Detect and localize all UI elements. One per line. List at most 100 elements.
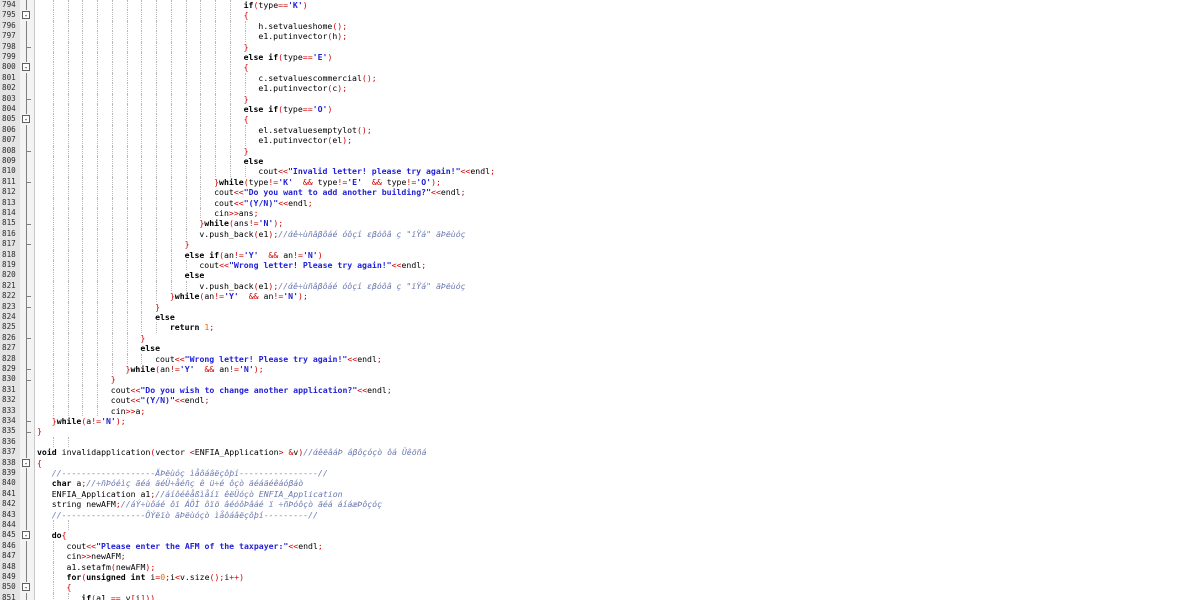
indent-guide: [215, 72, 217, 84]
code-line[interactable]: 823}: [0, 301, 1200, 312]
code-line[interactable]: 815}while(ans!='N');: [0, 218, 1200, 229]
code-line[interactable]: 798}: [0, 41, 1200, 52]
fold-toggle-icon[interactable]: -: [22, 458, 30, 467]
code-line[interactable]: 834}while(a!='N');: [0, 416, 1200, 427]
code-line[interactable]: 811}while(type!='K' && type!='E' && type…: [0, 176, 1200, 188]
fold-toggle-icon[interactable]: -: [22, 11, 30, 20]
code-line[interactable]: 842 string newAFM;//áÝ÷ùôáé ôï ÁÖÌ ôïõ âé…: [0, 499, 1200, 510]
code-text: v.push_back(e1);//άê÷ùñâβôáé óôçí εβόôâ …: [199, 229, 465, 239]
code-line[interactable]: 846 cout<<"Please enter the AFM of the ta…: [0, 540, 1200, 552]
keyword-token: for: [66, 572, 82, 582]
code-line[interactable]: 843 //-----------------ÔÝëïò äÞëùóçò ìåôá…: [0, 509, 1200, 520]
code-line[interactable]: 826}: [0, 332, 1200, 344]
code-token: endl: [357, 353, 377, 364]
indent-guide: [126, 187, 129, 198]
fold-toggle-icon[interactable]: -: [22, 115, 30, 124]
indent-guide: [97, 384, 99, 396]
code-token: !=: [406, 176, 417, 187]
fold-line: [26, 468, 27, 479]
code-line[interactable]: 795 {-: [0, 10, 1200, 21]
code-line[interactable]: 841 ENFIA_Application a1;//áíôéêåßìåíï êë…: [0, 488, 1200, 500]
indent-guide: [156, 228, 158, 240]
code-line[interactable]: 835}: [0, 426, 1200, 437]
indent-guide: [185, 208, 188, 219]
code-line[interactable]: 818 else if(an!='Y' && an!='N'): [0, 249, 1200, 260]
code-line[interactable]: 810 cout<<"Invalid letter! please try aga…: [0, 166, 1200, 177]
fold-toggle-icon[interactable]: -: [22, 583, 30, 592]
code-token: );: [342, 135, 353, 146]
code-line[interactable]: 851 if(a1 == v[i])): [0, 592, 1200, 600]
code-line[interactable]: 820 else: [0, 270, 1200, 281]
fold-toggle-icon[interactable]: -: [22, 531, 30, 540]
code-line[interactable]: 817}: [0, 239, 1200, 250]
keyword-token: while: [204, 218, 229, 229]
code-line[interactable]: 796 h.setvalueshome();: [0, 20, 1200, 32]
code-line[interactable]: 828 cout<<"Wrong letter! Please try again…: [0, 353, 1200, 364]
indent-guide: [126, 260, 129, 271]
indent-guide: [67, 156, 70, 167]
code-line[interactable]: 809 else: [0, 156, 1200, 167]
code-line[interactable]: 797 e1.putinvector(h);: [0, 31, 1200, 42]
code-line[interactable]: 849 for(unsigned int i=0;i<v.size();i++): [0, 572, 1200, 583]
line-number: 819: [2, 260, 16, 269]
indent-guide: [67, 280, 70, 292]
code-line[interactable]: 808}: [0, 145, 1200, 156]
code-line[interactable]: 839 //-------------------ÄÞëùóç ìåôáâëçôþ…: [0, 468, 1200, 479]
fold-toggle-icon[interactable]: -: [22, 63, 30, 72]
code-token: !=: [169, 364, 180, 374]
code-line[interactable]: 848 a1.setafm(newAFM);: [0, 561, 1200, 572]
code-token: cin: [66, 551, 82, 562]
indent-guide: [97, 20, 99, 32]
indent-guide: [111, 31, 114, 42]
code-line[interactable]: 847 cin>>newAFM;: [0, 551, 1200, 562]
code-line[interactable]: 804 else if(type=='O'): [0, 104, 1200, 115]
code-line[interactable]: 837 void invalidapplication(vector <ENFIA…: [0, 447, 1200, 458]
code-line[interactable]: 816 v.push_back(e1);//άê÷ùñâβôáé óôçí εβό…: [0, 228, 1200, 240]
line-number: 834: [2, 416, 16, 425]
indent-guide: [170, 20, 173, 32]
code-line[interactable]: 812 cout<<"Do you want to add another bui…: [0, 187, 1200, 198]
code-line[interactable]: 850 {-: [0, 582, 1200, 593]
indent-guide: [97, 364, 99, 375]
code-line[interactable]: 844: [0, 520, 1200, 531]
keyword-token: do: [51, 530, 62, 541]
code-line[interactable]: 799 else if(type=='E'): [0, 52, 1200, 63]
code-line[interactable]: 801 c.setvaluescommercial();: [0, 72, 1200, 84]
code-line[interactable]: 845 do{-: [0, 530, 1200, 540]
code-line[interactable]: 805 {-: [0, 114, 1200, 125]
code-editor[interactable]: 794 if(type=='K') 795{-796 h.setvalueshome(…: [0, 0, 1200, 600]
code-line[interactable]: 803}: [0, 93, 1200, 104]
comment-token: //-------------------ÄÞëùóç ìåôáâëçôþí--…: [51, 468, 328, 478]
indent-guide: [141, 104, 143, 115]
code-line[interactable]: 827 else: [0, 343, 1200, 354]
code-line[interactable]: 821 v.push_back(e1);//άê÷ùñâβôáé óôçí εβό…: [0, 280, 1200, 292]
fold-line: [26, 520, 27, 531]
code-line[interactable]: 814 cin>>ans;: [0, 208, 1200, 219]
code-token: type: [381, 176, 407, 187]
string-token: 'N': [238, 364, 254, 374]
code-line[interactable]: 822}while(an!='Y' && an!='N');: [0, 291, 1200, 302]
code-line[interactable]: 807 e1.putinvector(el);: [0, 135, 1200, 146]
code-line[interactable]: 819 cout<<"Wrong letter! Please try again…: [0, 260, 1200, 271]
code-line[interactable]: 800 {-: [0, 62, 1200, 73]
code-line[interactable]: 838 {-: [0, 458, 1200, 468]
code-line[interactable]: 832 cout<<"(Y/N)"<<endl;: [0, 395, 1200, 406]
code-line[interactable]: 831 cout<<"Do you wish to change another …: [0, 384, 1200, 396]
code-line[interactable]: 840 char a;//÷ñÞóéìç ãéá äéÜ÷åéñç ê ü÷é ô…: [0, 478, 1200, 489]
code-line[interactable]: 806 el.setvaluesemptylot();: [0, 124, 1200, 136]
code-line[interactable]: 829}while(an!='Y' && an!='N');: [0, 364, 1200, 375]
indent-guide: [170, 249, 173, 260]
code-line[interactable]: 830}: [0, 374, 1200, 385]
code-line[interactable]: 836: [0, 436, 1200, 448]
code-line[interactable]: 813 cout<<"(Y/N)"<<endl;: [0, 197, 1200, 208]
indent-guide: [67, 395, 70, 406]
indent-guide: [52, 218, 55, 229]
indent-guide: [111, 187, 114, 198]
code-line[interactable]: 802 e1.putinvector(c);: [0, 83, 1200, 94]
indent-guide: [67, 374, 70, 385]
code-text: h.setvalueshome();: [258, 21, 347, 31]
code-line[interactable]: 833 cin>>a;: [0, 405, 1200, 416]
code-line[interactable]: 794 if(type=='K'): [0, 0, 1200, 11]
code-line[interactable]: 824 else: [0, 312, 1200, 323]
code-line[interactable]: 825 return 1;: [0, 322, 1200, 333]
